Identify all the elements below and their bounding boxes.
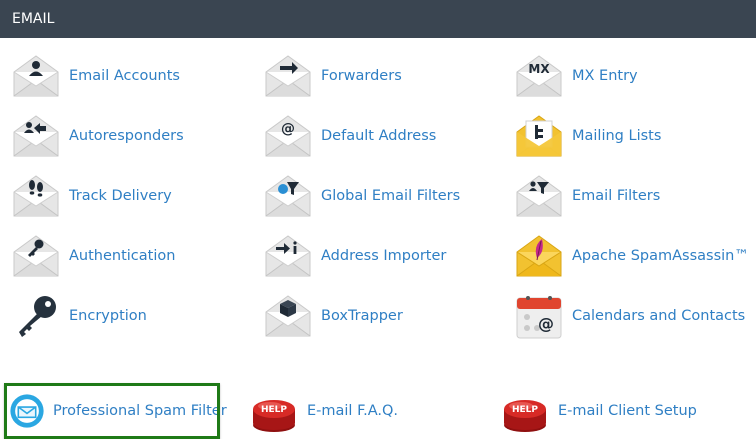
track-delivery-label: Track Delivery xyxy=(69,188,172,204)
boxtrapper-label: BoxTrapper xyxy=(321,308,403,324)
email-faq-label: E-mail F.A.Q. xyxy=(307,403,398,419)
mx-entry-label: MX Entry xyxy=(572,68,638,84)
calendar-icon: @ xyxy=(516,296,562,339)
email-client-setup-link[interactable]: HELP E-mail Client Setup xyxy=(501,385,697,437)
at-envelope-icon: @ xyxy=(265,115,311,157)
svg-text:@: @ xyxy=(281,121,295,137)
email-client-setup-label: E-mail Client Setup xyxy=(558,403,697,419)
person-envelope-icon xyxy=(13,55,59,97)
box-envelope-icon xyxy=(265,295,311,337)
default-address-link[interactable]: @ Default Address xyxy=(264,110,436,162)
encryption-label: Encryption xyxy=(69,308,147,324)
reply-envelope-icon xyxy=(13,115,59,157)
help-button-icon: HELP xyxy=(504,400,546,432)
arrow-envelope-icon xyxy=(265,55,311,97)
address-importer-link[interactable]: Address Importer xyxy=(264,230,446,282)
email-filters-link[interactable]: Email Filters xyxy=(515,170,660,222)
key-icon xyxy=(19,296,56,337)
encryption-link[interactable]: Encryption xyxy=(12,290,147,342)
apache-spamassassin-label: Apache SpamAssassin™ xyxy=(572,248,749,264)
list-envelope-icon xyxy=(516,115,562,157)
calendars-and-contacts-label: Calendars and Contacts xyxy=(572,308,746,324)
authentication-link[interactable]: Authentication xyxy=(12,230,175,282)
global-email-filters-label: Global Email Filters xyxy=(321,188,461,204)
global-email-filters-link[interactable]: Global Email Filters xyxy=(264,170,460,222)
import-envelope-icon xyxy=(265,235,311,277)
svg-text:@: @ xyxy=(538,314,554,333)
forwarders-link[interactable]: Forwarders xyxy=(264,50,402,102)
autoresponders-label: Autoresponders xyxy=(69,128,184,144)
filter-envelope-icon xyxy=(516,175,562,217)
footprints-envelope-icon xyxy=(13,175,59,217)
mailing-lists-label: Mailing Lists xyxy=(572,128,662,144)
section-header: EMAIL xyxy=(0,0,756,38)
mx-entry-link[interactable]: MX MX Entry xyxy=(515,50,638,102)
track-delivery-link[interactable]: Track Delivery xyxy=(12,170,172,222)
mx-text: MX xyxy=(528,62,550,76)
apache-spamassassin-link[interactable]: Apache SpamAssassin™ xyxy=(515,230,749,282)
email-faq-link[interactable]: HELP E-mail F.A.Q. xyxy=(250,385,398,437)
forwarders-label: Forwarders xyxy=(321,68,402,84)
autoresponders-link[interactable]: Autoresponders xyxy=(12,110,184,162)
calendars-and-contacts-link[interactable]: @ Calendars and Contacts xyxy=(515,290,745,342)
email-accounts-label: Email Accounts xyxy=(69,68,180,84)
boxtrapper-link[interactable]: BoxTrapper xyxy=(264,290,403,342)
email-accounts-link[interactable]: Email Accounts xyxy=(12,50,180,102)
email-panel: EMAIL Email Accounts Forwarders MX MX En… xyxy=(0,0,756,439)
feather-envelope-icon xyxy=(516,235,562,277)
authentication-label: Authentication xyxy=(69,248,176,264)
mailing-lists-link[interactable]: Mailing Lists xyxy=(515,110,661,162)
help-button-icon: HELP xyxy=(253,400,295,432)
key-envelope-icon xyxy=(13,235,59,277)
globe-filter-envelope-icon xyxy=(265,175,311,217)
email-filters-label: Email Filters xyxy=(572,188,661,204)
selection-highlight xyxy=(4,383,220,439)
default-address-label: Default Address xyxy=(321,128,437,144)
address-importer-label: Address Importer xyxy=(321,248,447,264)
mx-envelope-icon: MX xyxy=(516,55,562,97)
section-title: EMAIL xyxy=(12,11,55,27)
